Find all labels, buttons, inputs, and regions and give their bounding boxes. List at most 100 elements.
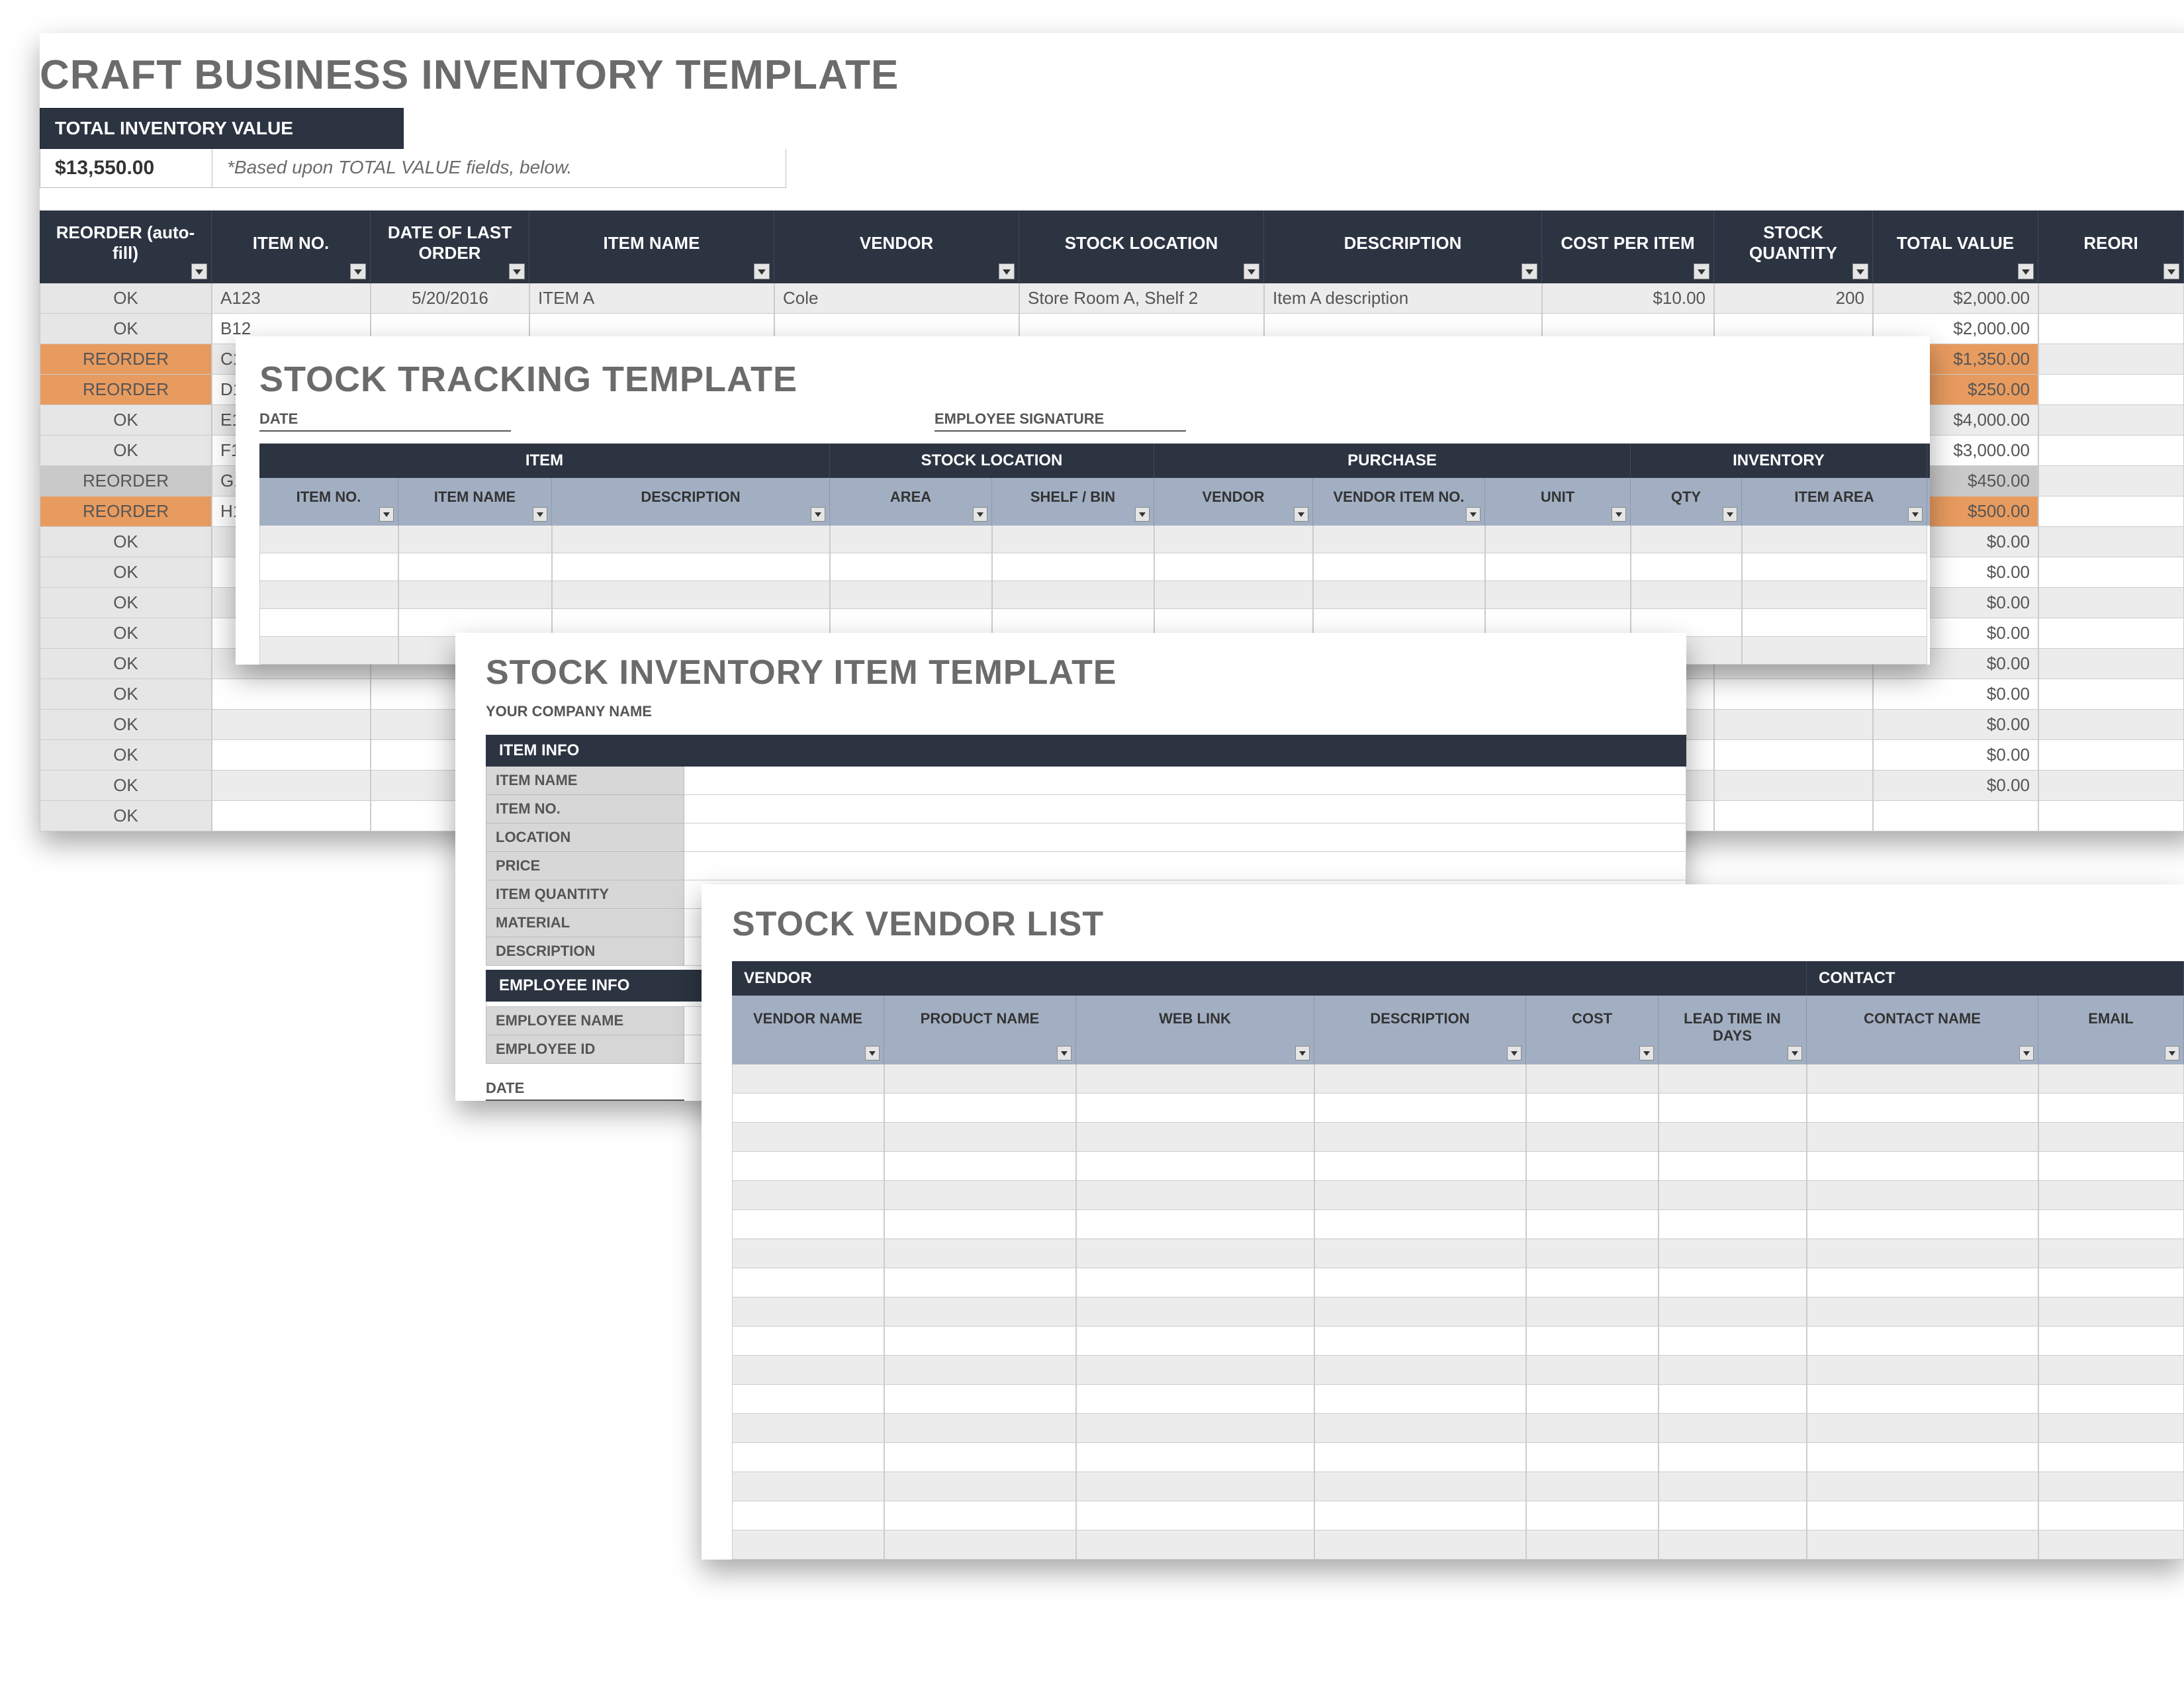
cell[interactable]	[1314, 1152, 1526, 1181]
cell[interactable]	[1076, 1064, 1314, 1094]
column-header[interactable]: VENDOR	[774, 211, 1019, 283]
cell[interactable]: Item A description	[1264, 283, 1542, 314]
column-header[interactable]: REORDER (auto-fill)	[40, 211, 212, 283]
cell[interactable]	[1314, 1239, 1526, 1268]
cell[interactable]	[732, 1268, 884, 1297]
cell[interactable]	[1313, 526, 1485, 553]
cell[interactable]	[1076, 1297, 1314, 1327]
table-row[interactable]	[732, 1327, 2184, 1356]
cell[interactable]: OK	[40, 740, 212, 771]
filter-dropdown-icon[interactable]	[350, 263, 366, 279]
table-row[interactable]	[732, 1181, 2184, 1210]
cell[interactable]	[1076, 1385, 1314, 1414]
cell[interactable]	[259, 581, 398, 609]
cell[interactable]	[1631, 553, 1742, 581]
cell[interactable]	[1526, 1152, 1659, 1181]
column-header[interactable]: COST	[1526, 996, 1659, 1064]
cell[interactable]	[1659, 1239, 1807, 1268]
table-row[interactable]	[732, 1501, 2184, 1530]
filter-dropdown-icon[interactable]	[1507, 1046, 1522, 1060]
cell[interactable]	[1659, 1530, 1807, 1560]
cell[interactable]	[884, 1123, 1076, 1152]
filter-dropdown-icon[interactable]	[1723, 507, 1737, 522]
column-header[interactable]: UNIT	[1485, 478, 1631, 526]
cell[interactable]	[398, 581, 552, 609]
cell[interactable]	[732, 1181, 884, 1210]
filter-dropdown-icon[interactable]	[2165, 1046, 2179, 1060]
cell[interactable]	[732, 1356, 884, 1385]
cell[interactable]	[2038, 1443, 2184, 1472]
cell[interactable]	[2038, 466, 2184, 496]
cell[interactable]	[1076, 1356, 1314, 1385]
cell[interactable]	[1313, 581, 1485, 609]
table-row[interactable]	[732, 1094, 2184, 1123]
cell[interactable]	[732, 1443, 884, 1472]
table-row[interactable]	[732, 1268, 2184, 1297]
field-input[interactable]	[684, 852, 1686, 880]
cell[interactable]	[1526, 1414, 1659, 1443]
cell[interactable]	[732, 1064, 884, 1094]
filter-dropdown-icon[interactable]	[1852, 263, 1868, 279]
cell[interactable]	[884, 1064, 1076, 1094]
table-row[interactable]	[732, 1123, 2184, 1152]
cell[interactable]	[1076, 1210, 1314, 1239]
cell[interactable]	[1659, 1123, 1807, 1152]
cell[interactable]	[1314, 1123, 1526, 1152]
filter-dropdown-icon[interactable]	[509, 263, 525, 279]
cell[interactable]	[1314, 1356, 1526, 1385]
cell[interactable]: REORDER	[40, 344, 212, 375]
column-header[interactable]: STOCK QUANTITY	[1714, 211, 1873, 283]
cell[interactable]	[259, 553, 398, 581]
cell[interactable]	[2038, 1327, 2184, 1356]
cell[interactable]	[1807, 1385, 2038, 1414]
cell[interactable]	[732, 1152, 884, 1181]
cell[interactable]	[1807, 1327, 2038, 1356]
cell[interactable]	[1526, 1472, 1659, 1501]
filter-dropdown-icon[interactable]	[1639, 1046, 1654, 1060]
cell[interactable]	[1659, 1152, 1807, 1181]
cell[interactable]: OK	[40, 436, 212, 466]
cell[interactable]	[2038, 1385, 2184, 1414]
cell[interactable]	[1807, 1210, 2038, 1239]
cell[interactable]	[830, 581, 992, 609]
cell[interactable]	[2038, 1530, 2184, 1560]
cell[interactable]	[1807, 1443, 2038, 1472]
column-header[interactable]: ITEM NAME	[398, 478, 552, 526]
cell[interactable]	[1807, 1239, 2038, 1268]
cell[interactable]: $0.00	[1873, 740, 2038, 771]
cell[interactable]	[884, 1152, 1076, 1181]
cell[interactable]	[1526, 1501, 1659, 1530]
column-header[interactable]: VENDOR ITEM NO.	[1313, 478, 1485, 526]
cell[interactable]	[259, 609, 398, 637]
cell[interactable]	[884, 1385, 1076, 1414]
cell[interactable]	[2038, 557, 2184, 588]
cell[interactable]	[1076, 1327, 1314, 1356]
cell[interactable]	[884, 1327, 1076, 1356]
filter-dropdown-icon[interactable]	[973, 507, 987, 522]
cell[interactable]	[2038, 496, 2184, 527]
filter-dropdown-icon[interactable]	[1466, 507, 1480, 522]
cell[interactable]	[1485, 581, 1631, 609]
cell[interactable]	[884, 1239, 1076, 1268]
cell[interactable]	[1526, 1239, 1659, 1268]
cell[interactable]	[1659, 1064, 1807, 1094]
cell[interactable]	[1714, 771, 1873, 801]
filter-dropdown-icon[interactable]	[1788, 1046, 1802, 1060]
column-header[interactable]: EMAIL	[2038, 996, 2184, 1064]
cell[interactable]	[2038, 618, 2184, 649]
cell[interactable]: OK	[40, 588, 212, 618]
column-header[interactable]: ITEM NO.	[259, 478, 398, 526]
cell[interactable]	[1526, 1210, 1659, 1239]
cell[interactable]	[732, 1530, 884, 1560]
cell[interactable]	[2038, 1152, 2184, 1181]
cell[interactable]: $0.00	[1873, 679, 2038, 710]
cell[interactable]	[1314, 1094, 1526, 1123]
cell[interactable]: OK	[40, 649, 212, 679]
column-header[interactable]: PRODUCT NAME	[884, 996, 1076, 1064]
cell[interactable]	[1076, 1472, 1314, 1501]
cell[interactable]	[1631, 581, 1742, 609]
cell[interactable]	[2038, 1210, 2184, 1239]
cell[interactable]	[1807, 1094, 2038, 1123]
cell[interactable]	[2038, 1123, 2184, 1152]
cell[interactable]	[2038, 771, 2184, 801]
